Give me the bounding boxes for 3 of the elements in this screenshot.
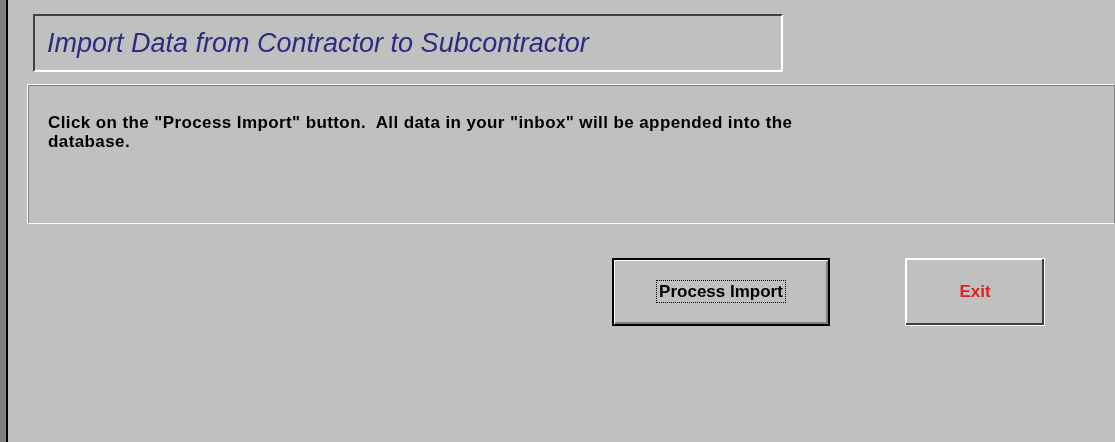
form-title: Import Data from Contractor to Subcontractor — [33, 14, 783, 72]
instruction-text: Click on the "Process Import" button. All data in your "inbox" will be appended into the database. — [27, 84, 1115, 224]
process-import-button[interactable]: Process Import — [612, 258, 830, 326]
